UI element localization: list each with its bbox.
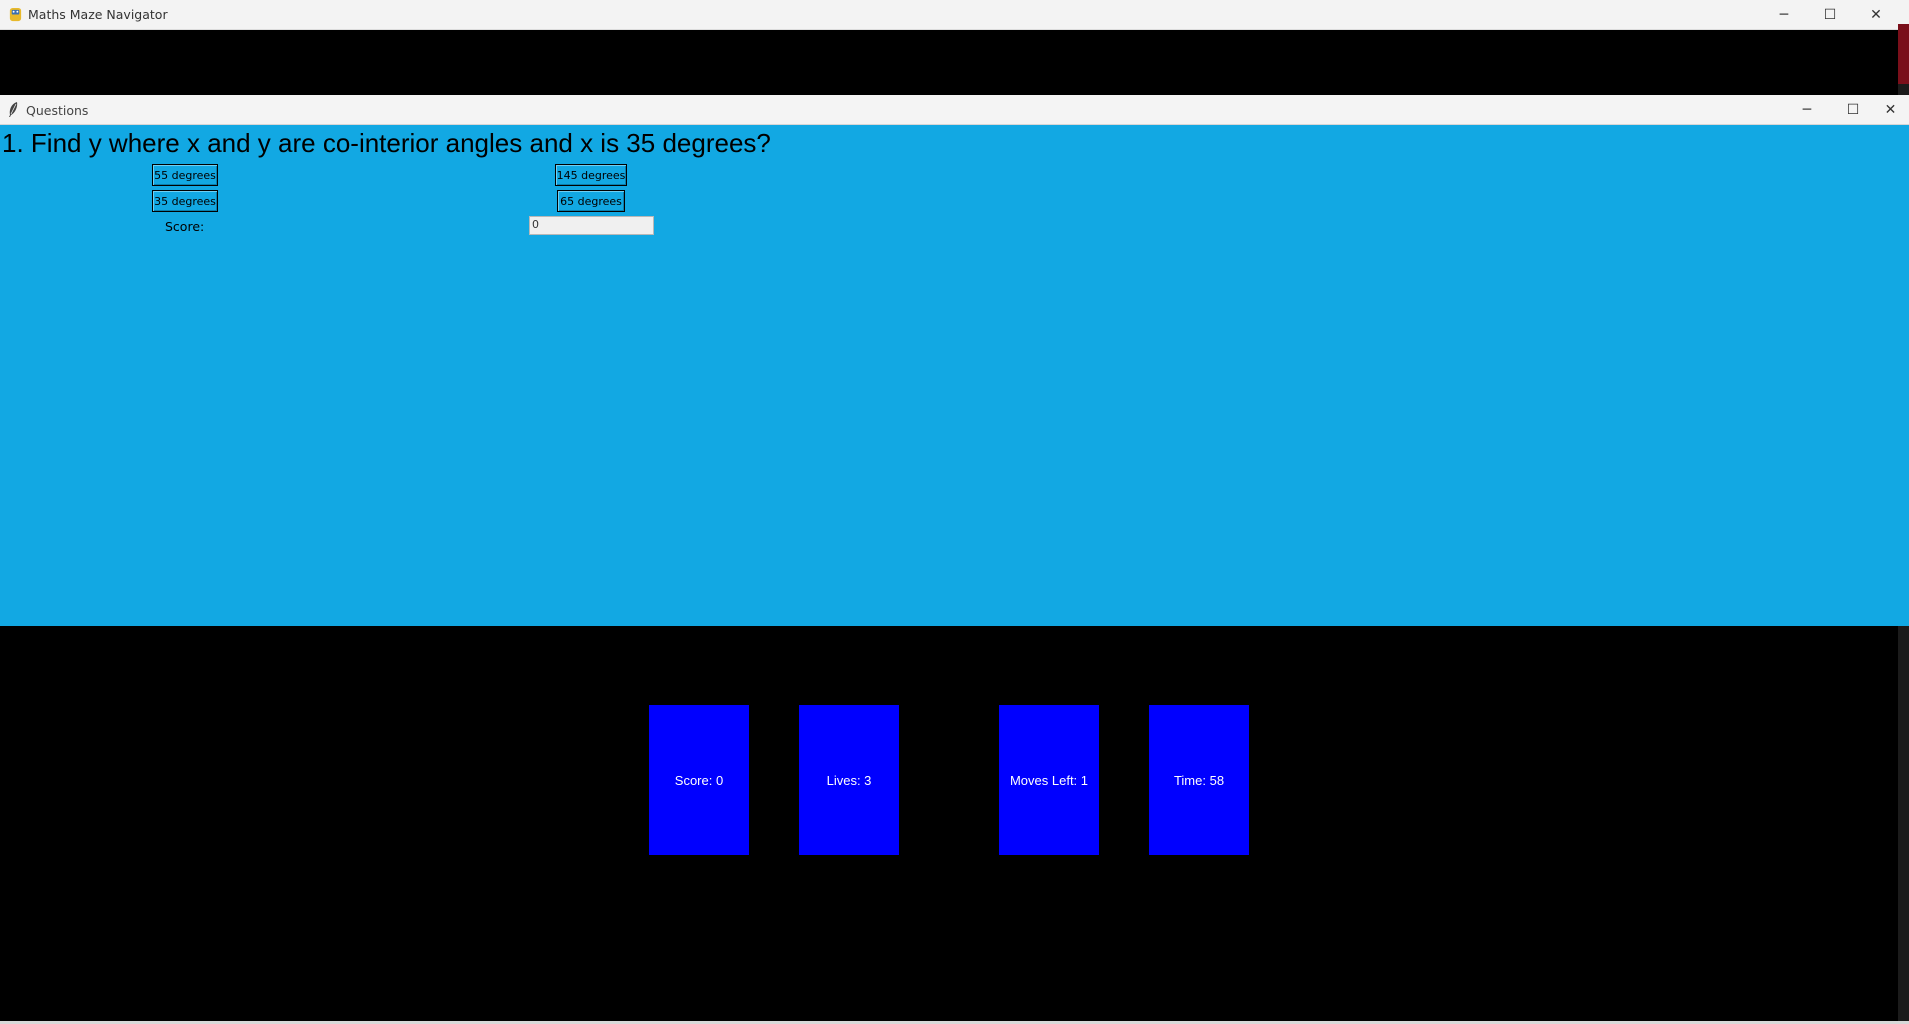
question-text: 1. Find y where x and y are co-interior …	[2, 128, 771, 158]
close-icon: ✕	[1884, 102, 1897, 118]
minimize-icon: ─	[1779, 7, 1789, 23]
main-minimize-button[interactable]: ─	[1761, 0, 1807, 30]
main-close-button[interactable]: ✕	[1853, 0, 1899, 30]
time-box: Time: 58	[1149, 705, 1249, 855]
answer-button-3[interactable]: 35 degrees	[151, 189, 219, 213]
background-window-edge	[1898, 24, 1909, 84]
feather-icon	[9, 102, 18, 117]
maximize-icon: ☐	[1846, 102, 1860, 118]
minimize-icon: ─	[1802, 102, 1812, 118]
score-box: Score: 0	[649, 705, 749, 855]
lives-box: Lives: 3	[799, 705, 899, 855]
score-field[interactable]: 0	[529, 216, 654, 235]
main-window-title: Maths Maze Navigator	[28, 7, 168, 22]
moves-left-box: Moves Left: 1	[999, 705, 1099, 855]
questions-titlebar[interactable]: Questions ─ ☐ ✕	[0, 95, 1909, 125]
answer-button-1[interactable]: 55 degrees	[151, 163, 219, 187]
questions-window: Questions ─ ☐ ✕ 1. Find y where x and y …	[0, 95, 1909, 626]
answer-button-4[interactable]: 65 degrees	[556, 189, 626, 213]
main-titlebar[interactable]: Maths Maze Navigator ─ ☐ ✕	[0, 0, 1909, 30]
main-game-window: Maths Maze Navigator ─ ☐ ✕ Questions ─ ☐…	[0, 0, 1909, 1024]
questions-window-title: Questions	[26, 103, 89, 118]
questions-maximize-button[interactable]: ☐	[1830, 95, 1876, 125]
main-maximize-button[interactable]: ☐	[1807, 0, 1853, 30]
questions-minimize-button[interactable]: ─	[1784, 95, 1830, 125]
score-label: Score:	[165, 219, 205, 234]
maximize-icon: ☐	[1823, 7, 1837, 23]
questions-close-button[interactable]: ✕	[1872, 95, 1909, 125]
close-icon: ✕	[1870, 7, 1882, 23]
answer-button-2[interactable]: 145 degrees	[554, 163, 628, 187]
python-snake-icon	[9, 7, 22, 22]
